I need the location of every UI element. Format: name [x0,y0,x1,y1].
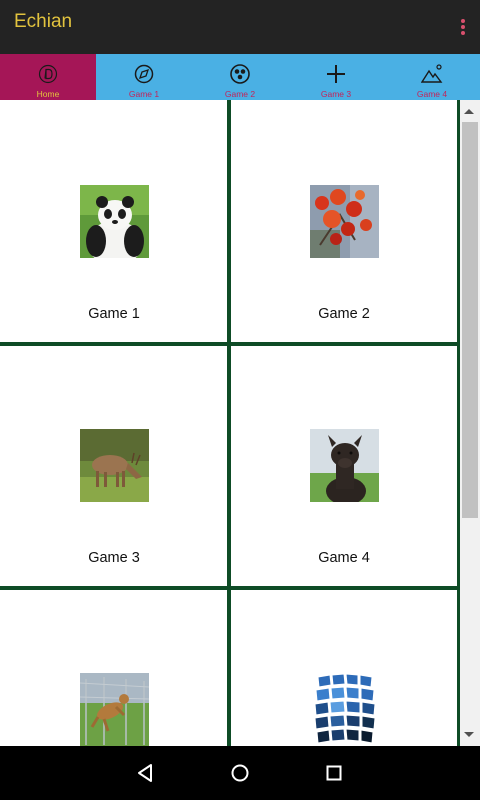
tab-label: Home [36,89,60,99]
app-bar: Echian [0,0,480,54]
game-label: Game 4 [318,550,370,566]
compass-icon [134,64,154,84]
dog-photo [80,673,149,746]
tab-game-1[interactable]: Game 1 [96,54,192,100]
game-card[interactable]: Game 4 [231,346,457,586]
overflow-menu-icon[interactable] [460,19,466,35]
home-icon[interactable] [225,758,255,788]
game-card[interactable]: Game 3 [1,346,227,586]
plus-icon [327,65,345,83]
game-card[interactable]: Game 2 [231,102,457,342]
tab-label: Game 1 [128,89,160,99]
game-label: Game 2 [318,306,370,322]
games-grid: Game 1 Game 2 Game 3 Game 4 [0,100,460,746]
game-label: Game 3 [88,550,140,566]
tab-game-4[interactable]: Game 4 [384,54,480,100]
vertical-scrollbar[interactable] [460,100,480,746]
game-card[interactable] [231,590,457,746]
scroll-up-arrow-icon[interactable] [464,109,474,114]
tab-label: Game 2 [224,89,256,99]
game-label: Game 1 [88,306,140,322]
back-icon[interactable] [130,758,160,788]
alpaca-photo [310,429,379,502]
red-flowers-photo [310,185,379,258]
panda-photo [80,185,149,258]
palette-icon [230,64,250,84]
app-title: Echian [14,11,73,32]
tab-label: Game 3 [320,89,352,99]
home-circle-icon [38,64,58,84]
deer-photo [80,429,149,502]
tab-game-3[interactable]: Game 3 [288,54,384,100]
tab-label: Game 4 [416,89,448,99]
recents-icon[interactable] [319,758,349,788]
tab-game-2[interactable]: Game 2 [192,54,288,100]
game-card[interactable] [1,590,227,746]
system-nav-bar [0,746,480,800]
tab-bar: Home Game 1 Game 2 Game 3 Game 4 [0,54,480,100]
mountain-icon [421,64,443,83]
blue-tiles-photo [310,673,379,746]
scrollbar-thumb[interactable] [462,122,478,518]
scroll-down-arrow-icon[interactable] [464,732,474,737]
game-card[interactable]: Game 1 [1,102,227,342]
tab-home[interactable]: Home [0,54,96,100]
